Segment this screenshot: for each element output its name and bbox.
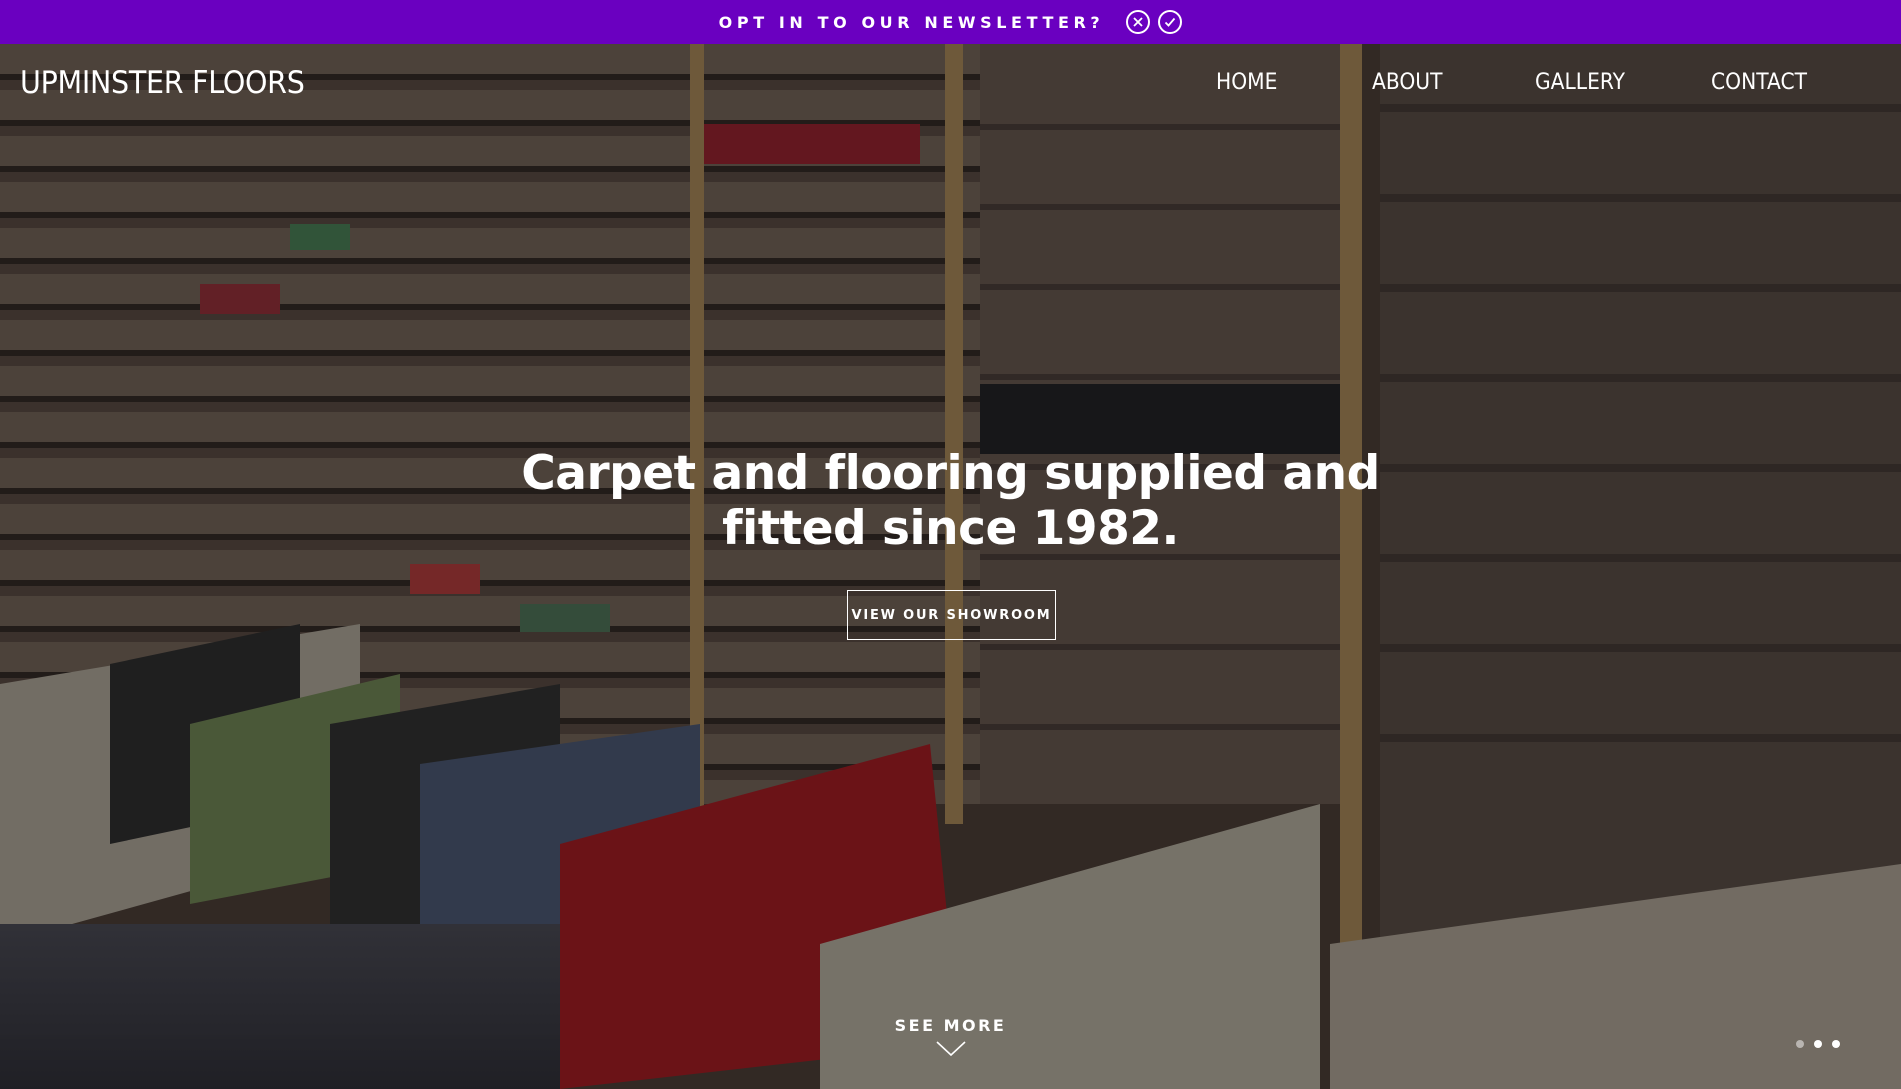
nav-about[interactable]: ABOUT (1372, 70, 1442, 95)
nav-contact[interactable]: CONTACT (1711, 70, 1807, 95)
slide-dot-1[interactable] (1796, 1040, 1804, 1048)
site-logo[interactable]: UPMINSTER FLOORS (20, 65, 305, 101)
hero-headline: Carpet and flooring supplied and fitted … (0, 446, 1901, 556)
newsletter-actions (1126, 10, 1183, 34)
headline-line-1: Carpet and flooring supplied and (521, 446, 1380, 501)
newsletter-text: OPT IN TO OUR NEWSLETTER? (718, 12, 1105, 32)
slide-indicators (1796, 1040, 1840, 1048)
check-circle-icon[interactable] (1158, 10, 1183, 34)
nav-gallery[interactable]: GALLERY (1535, 70, 1625, 95)
headline-line-2: fitted since 1982. (722, 501, 1179, 556)
slide-dot-3[interactable] (1832, 1040, 1840, 1048)
nav-home[interactable]: HOME (1216, 70, 1277, 95)
hero-dark-overlay (0, 44, 1901, 1089)
view-showroom-button[interactable]: VIEW OUR SHOWROOM (847, 590, 1056, 640)
hero: UPMINSTER FLOORS HOME ABOUT GALLERY CONT… (0, 44, 1901, 1089)
slide-dot-2[interactable] (1814, 1040, 1822, 1048)
see-more-link[interactable]: SEE MORE (0, 1016, 1901, 1035)
close-circle-icon[interactable] (1126, 10, 1151, 34)
newsletter-bar: OPT IN TO OUR NEWSLETTER? (0, 0, 1901, 44)
chevron-down-icon[interactable] (935, 1040, 967, 1058)
